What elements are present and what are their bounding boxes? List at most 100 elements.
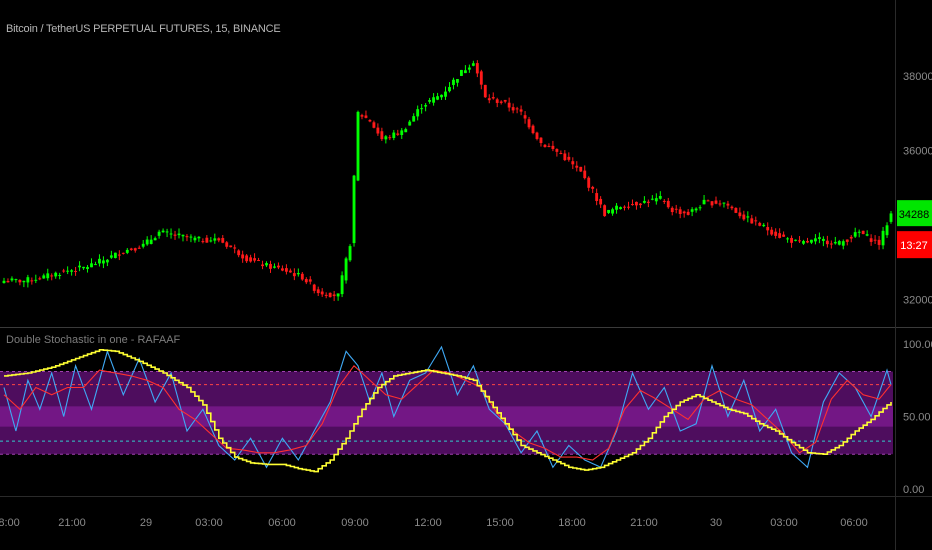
candle-body — [503, 99, 507, 102]
candle-body — [50, 275, 54, 277]
indicator-title[interactable]: Double Stochastic in one - RAFAAF — [6, 334, 180, 346]
candle — [531, 124, 535, 135]
time-tick-label: 18:00 — [558, 517, 586, 529]
candle-body — [173, 234, 177, 236]
candle-body — [483, 84, 487, 98]
candle-body — [82, 266, 85, 269]
candle-body — [133, 248, 137, 251]
candle — [483, 84, 487, 98]
candle-body — [388, 137, 392, 139]
candle-body — [615, 205, 618, 210]
candle-body — [519, 109, 523, 112]
candle-body — [798, 240, 801, 242]
candle-body — [881, 230, 885, 246]
candle-body — [806, 241, 809, 243]
candle-body — [607, 209, 611, 213]
candle-body — [730, 206, 734, 209]
symbol-title[interactable]: Bitcoin / TetherUS PERPETUAL FUTURES, 15… — [6, 23, 281, 35]
candle-body — [14, 279, 18, 281]
candle-body — [837, 241, 841, 245]
candle-body — [678, 209, 682, 215]
candle-body — [440, 94, 443, 98]
candle-body — [30, 280, 34, 282]
candle-body — [26, 277, 30, 283]
candle-body — [344, 258, 348, 281]
candle-body — [364, 115, 368, 118]
candle-body — [758, 222, 762, 226]
candle-body — [487, 98, 491, 101]
candle-body — [535, 132, 539, 139]
candle-body — [555, 149, 559, 152]
candle-body — [738, 212, 742, 217]
indicator-tick-label: 50.00 — [903, 412, 931, 424]
candle-body — [432, 97, 436, 103]
candle-body — [292, 273, 296, 277]
candle-body — [456, 79, 459, 83]
candle-body — [515, 108, 519, 110]
candle-body — [209, 240, 213, 242]
candle-body — [304, 279, 308, 283]
candle-body — [125, 249, 129, 253]
candle-body — [631, 204, 634, 206]
candle-body — [98, 258, 101, 264]
indicator-bands — [0, 371, 893, 455]
time-tick-label: 06:00 — [268, 517, 296, 529]
candle-body — [527, 119, 531, 128]
candle-body — [459, 69, 463, 76]
candle-body — [392, 132, 396, 138]
time-tick-label: 18:00 — [0, 517, 20, 529]
candle-body — [635, 201, 638, 206]
candle-body — [714, 200, 718, 204]
candle — [579, 166, 583, 172]
candle-body — [54, 272, 58, 277]
candle-body — [78, 265, 81, 268]
candle-body — [475, 63, 479, 74]
candle-body — [611, 209, 615, 214]
candle-body — [181, 234, 185, 237]
candle-body — [646, 201, 650, 203]
candle — [603, 204, 607, 217]
candle-body — [814, 238, 817, 242]
time-tick-label: 29 — [140, 517, 152, 529]
candle-body — [328, 292, 332, 298]
time-tick-label: 03:00 — [195, 517, 223, 529]
candle-body — [698, 207, 702, 209]
candle-body — [352, 175, 356, 244]
candle — [328, 292, 332, 298]
candle-body — [62, 270, 66, 272]
candle-body — [177, 233, 181, 236]
candle-body — [324, 294, 328, 296]
candle-body — [241, 254, 245, 259]
time-tick-label: 21:00 — [630, 517, 658, 529]
candle-body — [710, 201, 714, 206]
candle-body — [448, 87, 451, 92]
candle-body — [18, 279, 22, 283]
candle-body — [237, 250, 241, 256]
candle-body — [718, 203, 722, 205]
candle — [356, 110, 360, 182]
candle-body — [320, 291, 324, 295]
candle — [352, 174, 356, 247]
candle-body — [189, 236, 193, 238]
candle — [459, 69, 463, 77]
candle-body — [587, 177, 591, 188]
candle-body — [794, 239, 797, 241]
candle-body — [766, 227, 770, 231]
candle-body — [332, 294, 336, 297]
candle-body — [249, 257, 253, 262]
candle-body — [117, 254, 121, 256]
candle-body — [101, 260, 105, 264]
candle-body — [412, 116, 416, 122]
candle — [113, 252, 117, 259]
price-tick-label: 36000 — [903, 145, 932, 157]
candle-body — [499, 101, 503, 103]
candle-body — [444, 91, 447, 97]
indicator-tick-label: 0.00 — [903, 484, 924, 496]
candle-body — [774, 231, 778, 236]
candle-body — [38, 278, 42, 280]
candle-body — [861, 230, 865, 235]
candle — [861, 230, 865, 235]
time-tick-label: 21:00 — [58, 517, 86, 529]
candle-body — [523, 115, 527, 119]
candle-body — [782, 234, 786, 237]
